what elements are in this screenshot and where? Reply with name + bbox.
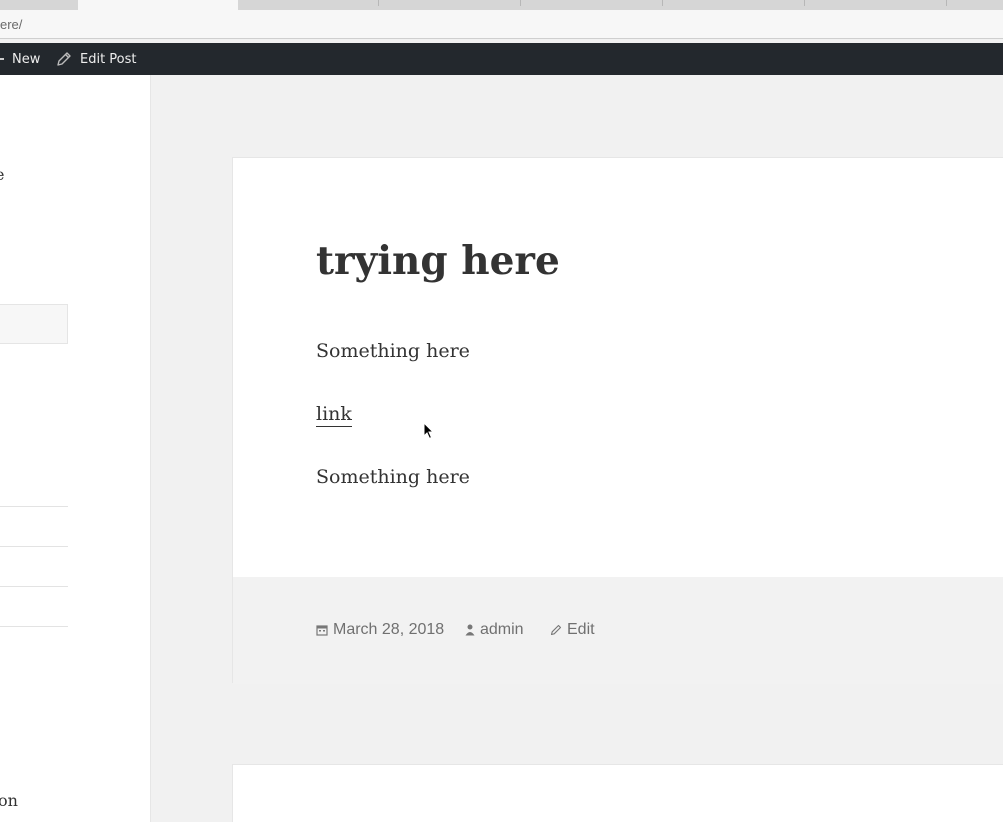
- post-edit-text: Edit: [567, 621, 595, 638]
- address-bar[interactable]: ere/: [0, 10, 1003, 39]
- pencil-icon: [550, 624, 562, 636]
- tab-separator: [804, 0, 805, 6]
- post-footer: March 28, 2018 admin Edit: [233, 577, 1003, 684]
- tab-separator: [378, 0, 379, 6]
- sidebar-text-fragment: l: [0, 811, 1, 822]
- post-paragraph: Something here: [316, 466, 470, 488]
- calendar-icon: [316, 625, 328, 636]
- post-author-text: admin: [480, 621, 524, 638]
- post-edit-link[interactable]: Edit: [550, 621, 595, 639]
- sidebar-search-input[interactable]: [0, 304, 68, 344]
- next-post-article: [232, 764, 1003, 822]
- admin-bar-edit-post-button[interactable]: Edit Post: [56, 43, 137, 75]
- sidebar-text-fragment: on: [0, 791, 18, 810]
- post-paragraph: Something here: [316, 340, 470, 362]
- admin-bar-edit-post-label: Edit Post: [80, 51, 137, 67]
- plus-icon: [0, 58, 4, 60]
- wp-admin-bar: New Edit Post: [0, 43, 1003, 75]
- mouse-cursor-icon: [423, 422, 435, 440]
- sidebar-site-title-fragment: e: [0, 165, 4, 184]
- sidebar-divider: [0, 506, 68, 507]
- sidebar-divider: [0, 626, 68, 627]
- browser-tab-strip: [0, 0, 1003, 10]
- sidebar-divider: [0, 586, 68, 587]
- tab-separator: [520, 0, 521, 6]
- admin-bar-new-button[interactable]: New: [0, 43, 40, 75]
- post-title: trying here: [316, 238, 560, 284]
- post-date-text: March 28, 2018: [333, 621, 445, 638]
- tab-separator: [662, 0, 663, 6]
- address-bar-url: ere/: [0, 17, 23, 32]
- admin-bar-new-label: New: [12, 51, 41, 67]
- post-article: trying here Something here link Somethin…: [232, 157, 1003, 684]
- sidebar-divider: [0, 546, 68, 547]
- browser-tab-active[interactable]: [78, 0, 238, 10]
- post-author[interactable]: admin: [465, 621, 524, 639]
- sidebar: e on l: [0, 75, 151, 822]
- tab-separator: [946, 0, 947, 6]
- user-icon: [465, 624, 475, 636]
- pencil-icon: [57, 52, 71, 66]
- post-date[interactable]: March 28, 2018: [316, 621, 444, 639]
- post-link[interactable]: link: [316, 402, 352, 427]
